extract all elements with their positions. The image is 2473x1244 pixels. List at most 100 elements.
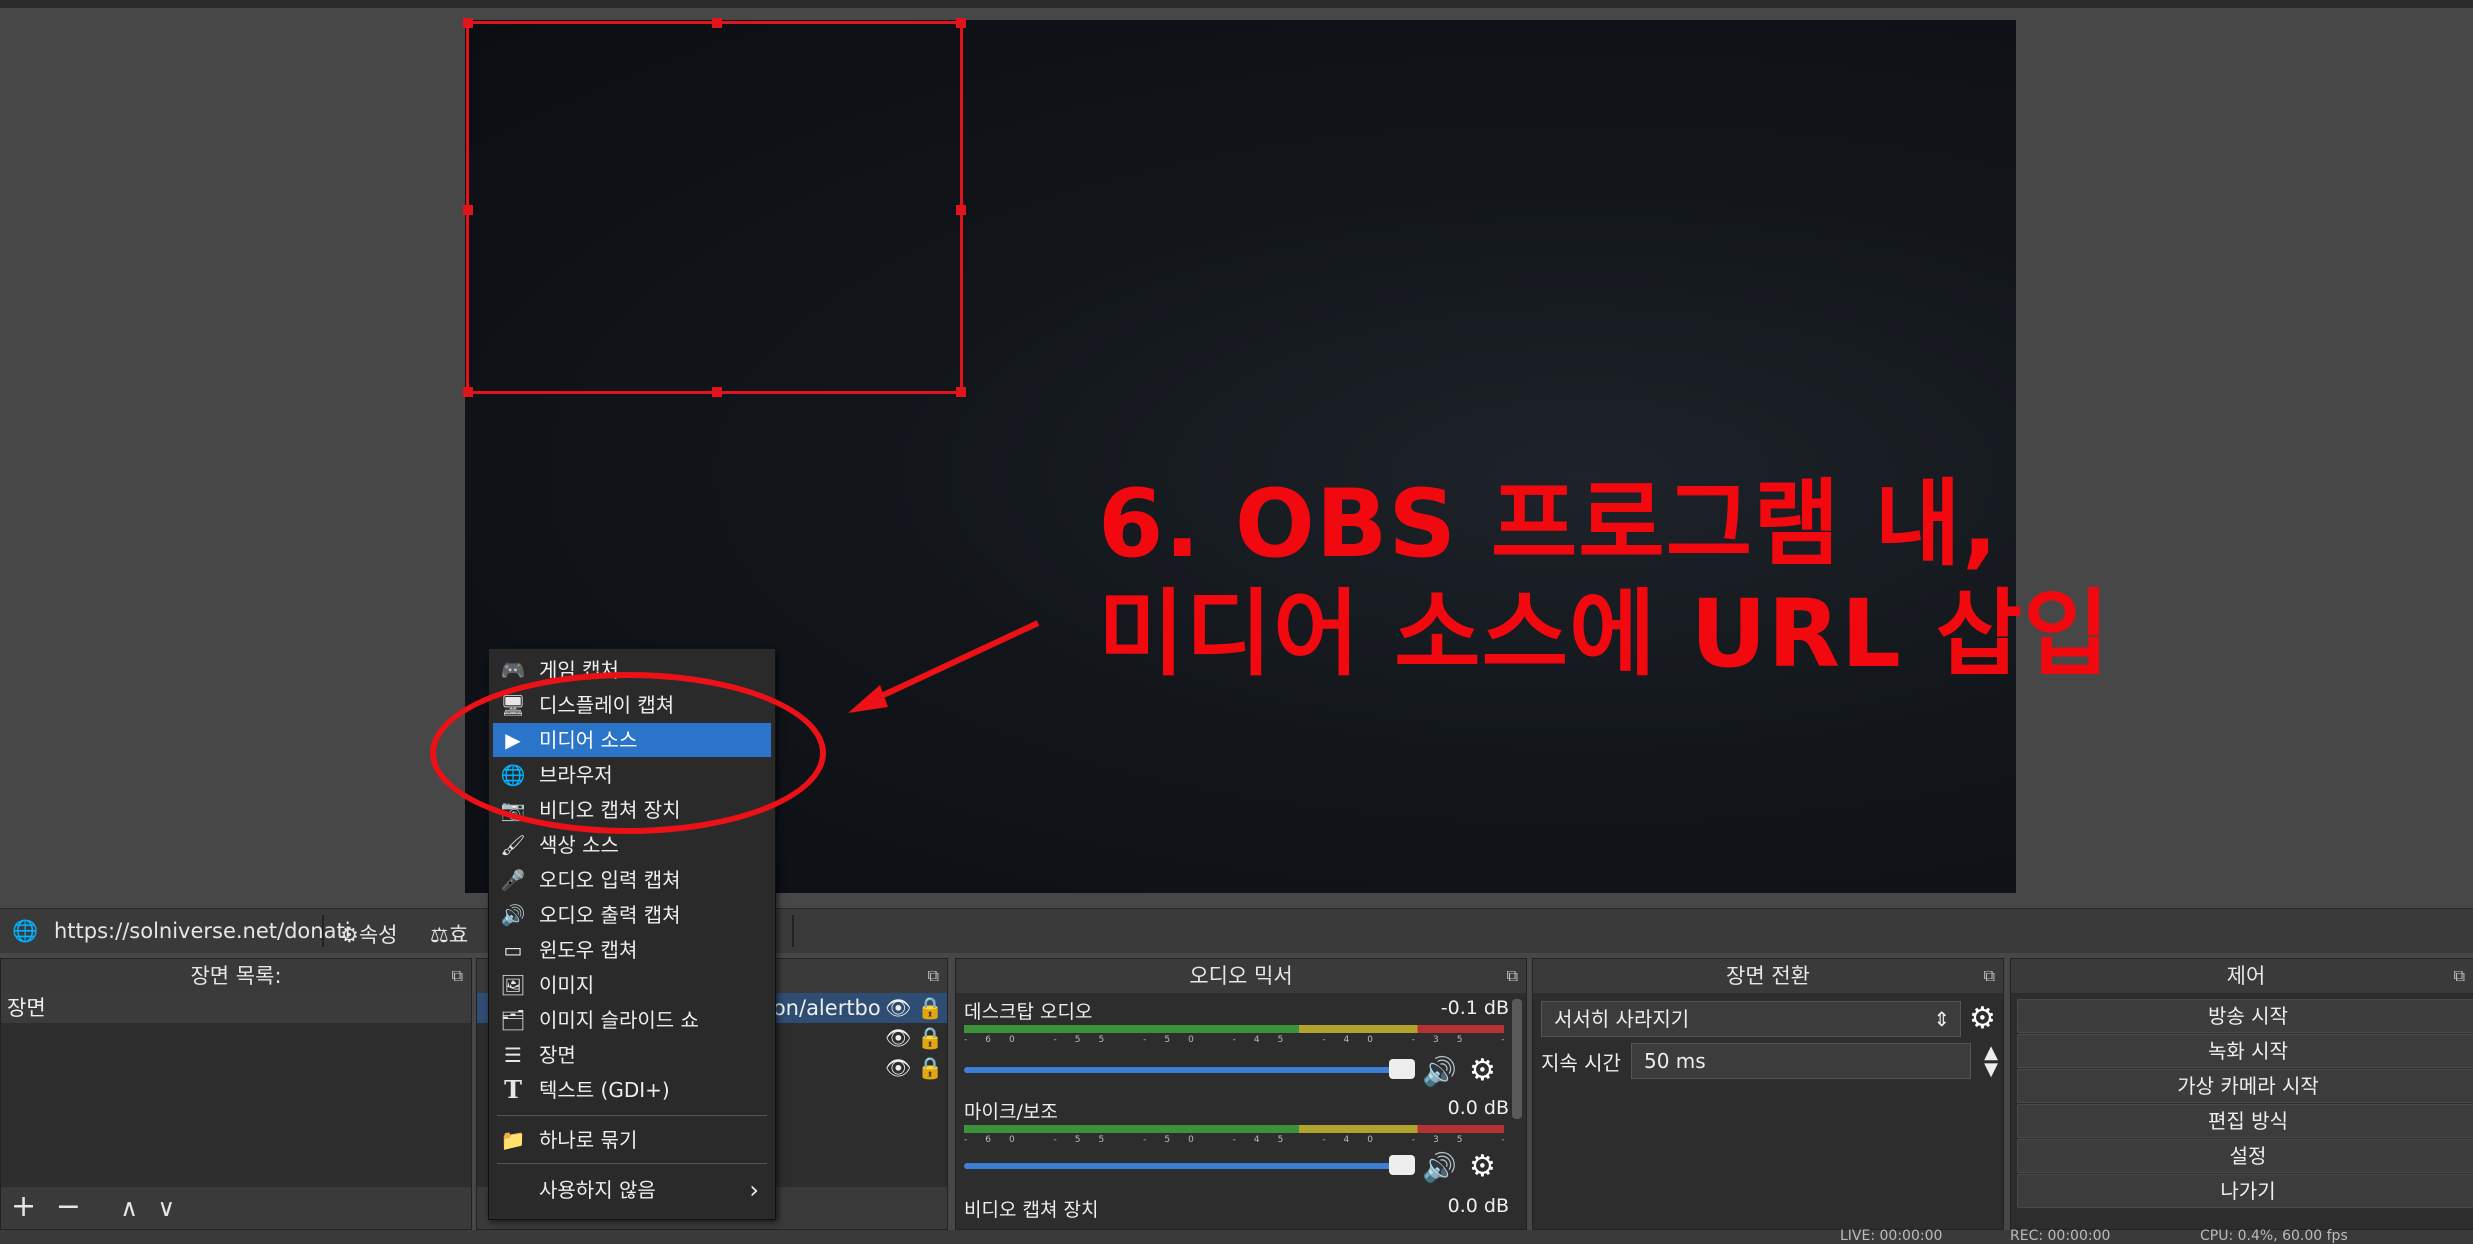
start-recording-button[interactable]: 녹화 시작	[2017, 1034, 2473, 1068]
gear-icon: ⚙	[340, 923, 359, 947]
annotation-arrow	[848, 620, 1040, 713]
mixer-channel-db: 0.0 dB	[1447, 1097, 1509, 1119]
mixer-channel-name: 비디오 캡쳐 장치	[964, 1199, 1099, 1221]
undock-icon[interactable]: ⧉	[1984, 959, 1995, 993]
chevron-updown-icon: ⇕	[1933, 1007, 1950, 1031]
meter-ticks: -60 -55 -50 -45 -40 -35 -30 -25 -20 -15 …	[964, 1035, 1504, 1045]
volume-slider[interactable]	[964, 1163, 1404, 1169]
undock-icon[interactable]: ⧉	[928, 959, 939, 993]
audio-mixer-dock: 오디오 믹서 ⧉ 데스크탑 오디오 -0.1 dB -60 -55 -50 -4…	[955, 958, 1527, 1230]
scenes-dock-title: 장면 목록: ⧉	[1, 959, 471, 993]
gamepad-icon: 🎮	[500, 658, 526, 682]
gear-icon[interactable]: ⚙	[1469, 1053, 1496, 1088]
filters-button[interactable]: ⚖효	[430, 919, 468, 949]
transition-select[interactable]: 서서히 사라지기 ⇕	[1541, 1001, 1961, 1037]
undock-icon[interactable]: ⧉	[452, 959, 463, 993]
scenes-dock: 장면 목록: ⧉ 장면 + − ∧ ∨	[0, 958, 472, 1230]
resize-handle-ml[interactable]	[463, 205, 473, 215]
studio-mode-button[interactable]: 편집 방식	[2017, 1104, 2473, 1138]
menu-item-audio-output-capture[interactable]: 🔊 오디오 출력 캡쳐	[493, 898, 771, 932]
volume-slider[interactable]	[964, 1067, 1404, 1073]
volume-meter	[964, 1125, 1504, 1133]
lock-icon[interactable]: 🔒	[917, 1023, 943, 1053]
undock-icon[interactable]: ⧉	[2454, 959, 2465, 993]
mixer-channel: 비디오 캡쳐 장치 0.0 dB	[964, 1195, 1509, 1222]
annotation-highlight-ellipse	[430, 672, 826, 834]
volume-slider-knob[interactable]	[1389, 1059, 1415, 1079]
resize-handle-bm[interactable]	[712, 387, 722, 397]
properties-button[interactable]: ⚙속성	[340, 919, 397, 949]
slideshow-icon: 🗂	[500, 1008, 526, 1032]
resize-handle-br[interactable]	[956, 387, 966, 397]
menu-item-scene[interactable]: ☰ 장면	[493, 1038, 771, 1072]
menu-item-image[interactable]: 🖼 이미지	[493, 968, 771, 1002]
scene-list-item[interactable]: 장면	[1, 993, 471, 1023]
menu-item-group[interactable]: 📁 하나로 묶기	[493, 1123, 771, 1157]
submenu-arrow-icon: ›	[749, 1176, 759, 1204]
visibility-eye-icon[interactable]: 👁	[885, 1023, 912, 1053]
meter-ticks: -60 -55 -50 -45 -40 -35 -30 -25 -20 -15 …	[964, 1135, 1504, 1145]
resize-handle-tl[interactable]	[463, 18, 473, 28]
volume-meter	[964, 1025, 1504, 1033]
speaker-icon[interactable]: 🔊	[1422, 1055, 1457, 1088]
remove-scene-button[interactable]: −	[56, 1187, 81, 1227]
status-bar: LIVE: 00:00:00 REC: 00:00:00 CPU: 0.4%, …	[0, 1228, 2473, 1244]
exit-button[interactable]: 나가기	[2017, 1174, 2473, 1208]
move-scene-down-button[interactable]: ∨	[158, 1188, 176, 1228]
resize-handle-tr[interactable]	[956, 18, 966, 28]
toolbar-divider	[322, 915, 324, 947]
paintbrush-icon: 🖌	[500, 833, 526, 857]
undock-icon[interactable]: ⧉	[1507, 959, 1518, 993]
folder-icon: 📁	[500, 1128, 526, 1152]
selected-source-bounding-box[interactable]	[463, 18, 966, 397]
image-icon: 🖼	[500, 973, 526, 997]
mixer-channel-db: 0.0 dB	[1447, 1195, 1509, 1217]
lock-icon[interactable]: 🔒	[917, 1053, 943, 1083]
controls-dock: 제어 ⧉ 방송 시작 녹화 시작 가상 카메라 시작 편집 방식 설정 나가기	[2010, 958, 2473, 1230]
menu-item-deprecated-submenu[interactable]: 사용하지 않음 ›	[493, 1173, 771, 1207]
spin-arrows-icon[interactable]: ▲ ▼	[1984, 1044, 1998, 1079]
resize-handle-mr[interactable]	[956, 205, 966, 215]
visibility-eye-icon[interactable]: 👁	[885, 993, 912, 1023]
toolbar-divider	[792, 915, 794, 947]
gear-icon[interactable]: ⚙	[1469, 1149, 1496, 1184]
resize-handle-tm[interactable]	[712, 18, 722, 28]
duration-spinbox[interactable]: 50 ms ▲ ▼	[1631, 1043, 1998, 1079]
globe-icon: 🌐	[12, 919, 39, 943]
text-icon: T	[504, 1075, 522, 1104]
microphone-icon: 🎤	[500, 868, 526, 892]
mixer-channel: 데스크탑 오디오 -0.1 dB -60 -55 -50 -45 -40 -35…	[964, 997, 1509, 1088]
mixer-scrollbar[interactable]	[1512, 999, 1522, 1119]
controls-title: 제어 ⧉	[2011, 959, 2473, 993]
visibility-eye-icon[interactable]: 👁	[885, 1053, 912, 1083]
mixer-channel-db: -0.1 dB	[1440, 997, 1509, 1019]
start-virtual-camera-button[interactable]: 가상 카메라 시작	[2017, 1069, 2473, 1103]
menu-item-audio-input-capture[interactable]: 🎤 오디오 입력 캡쳐	[493, 863, 771, 897]
menu-separator	[497, 1163, 767, 1164]
scenes-dock-footer: + − ∧ ∨	[1, 1187, 471, 1229]
lock-icon[interactable]: 🔒	[917, 993, 943, 1023]
volume-slider-knob[interactable]	[1389, 1155, 1415, 1175]
move-scene-up-button[interactable]: ∧	[120, 1188, 138, 1228]
menu-item-image-slideshow[interactable]: 🗂 이미지 슬라이드 쇼	[493, 1003, 771, 1037]
cpu-fps: CPU: 0.4%, 60.00 fps	[2200, 1228, 2348, 1244]
annotation-text: 6. OBS 프로그램 내, 미디어 소스에 URL 삽입	[1098, 470, 2111, 690]
gear-icon[interactable]: ⚙	[1969, 1001, 1996, 1036]
settings-button[interactable]: 설정	[2017, 1139, 2473, 1173]
mixer-channel: 마이크/보조 0.0 dB -60 -55 -50 -45 -40 -35 -3…	[964, 1097, 1509, 1184]
speaker-icon[interactable]: 🔊	[1422, 1151, 1457, 1184]
source-url-label: https://solniverse.net/donati	[54, 919, 351, 943]
menu-item-text-gdi[interactable]: T 텍스트 (GDI+)	[493, 1073, 771, 1107]
resize-handle-bl[interactable]	[463, 387, 473, 397]
menu-item-window-capture[interactable]: ▭ 윈도우 캡쳐	[493, 933, 771, 967]
start-streaming-button[interactable]: 방송 시작	[2017, 999, 2473, 1033]
annotation-line2: 미디어 소스에 URL 삽입	[1098, 580, 2111, 689]
filter-icon: ⚖	[430, 923, 449, 947]
mixer-channel-name: 데스크탑 오디오	[964, 1001, 1093, 1023]
add-scene-button[interactable]: +	[11, 1187, 36, 1227]
scene-transitions-dock: 장면 전환 ⧉ 서서히 사라지기 ⇕ ⚙ 지속 시간 50 ms ▲ ▼	[1532, 958, 2004, 1230]
menu-separator	[497, 1115, 767, 1116]
top-bar	[0, 0, 2473, 8]
audio-mixer-title: 오디오 믹서 ⧉	[956, 959, 1526, 993]
list-icon: ☰	[504, 1043, 522, 1067]
